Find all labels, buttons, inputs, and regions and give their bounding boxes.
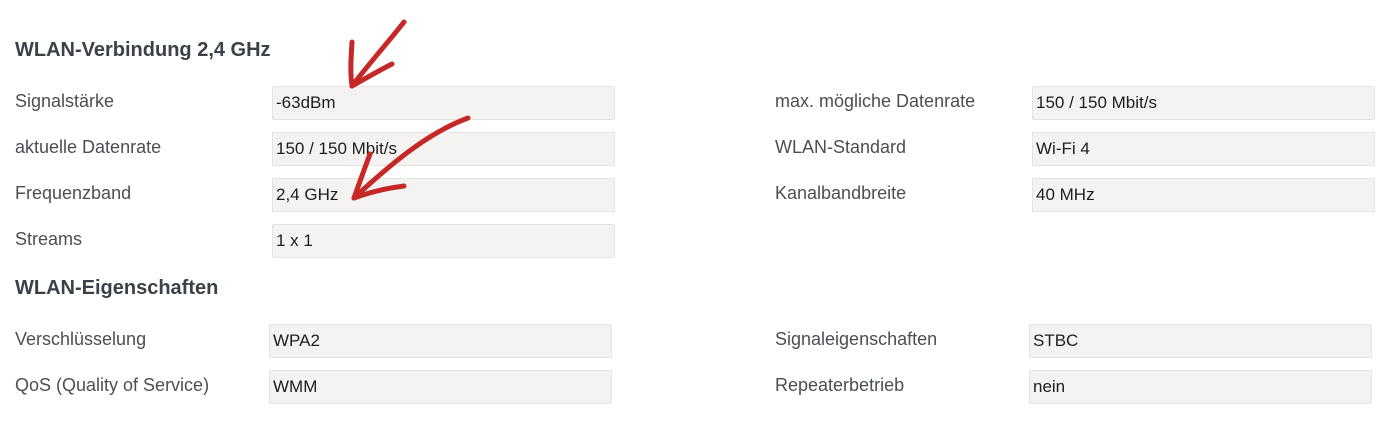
section-title-wlan-properties: WLAN-Eigenschaften [15,277,219,299]
label-signal-properties: Signaleigenschaften [775,329,938,349]
label-wlan-standard: WLAN-Standard [775,137,907,157]
value-frequency-band: 2,4 GHz [272,178,615,212]
label-encryption: Verschlüsselung [15,329,147,349]
label-frequency-band: Frequenzband [15,183,132,203]
label-current-rate: aktuelle Datenrate [15,137,162,157]
value-streams: 1 x 1 [272,224,615,258]
label-channel-bandwidth: Kanalbandbreite [775,183,907,203]
value-channel-bandwidth: 40 MHz [1032,178,1375,212]
annotation-arrows [348,19,471,201]
label-streams: Streams [15,229,83,249]
value-encryption: WPA2 [269,324,612,358]
value-current-rate: 150 / 150 Mbit/s [272,132,615,166]
value-repeater-mode: nein [1029,370,1372,404]
value-signal-properties: STBC [1029,324,1372,358]
label-signal-strength: Signalstärke [15,91,115,111]
value-wlan-standard: Wi-Fi 4 [1032,132,1375,166]
value-qos: WMM [269,370,612,404]
section-title-wlan-connection: WLAN-Verbindung 2,4 GHz [15,39,271,61]
value-signal-strength: -63dBm [272,86,615,120]
label-qos: QoS (Quality of Service) [15,375,210,395]
label-max-rate: max. mögliche Datenrate [775,91,976,111]
label-repeater-mode: Repeaterbetrieb [775,375,905,395]
annotation-arrow-signal [348,19,407,89]
value-max-rate: 150 / 150 Mbit/s [1032,86,1375,120]
